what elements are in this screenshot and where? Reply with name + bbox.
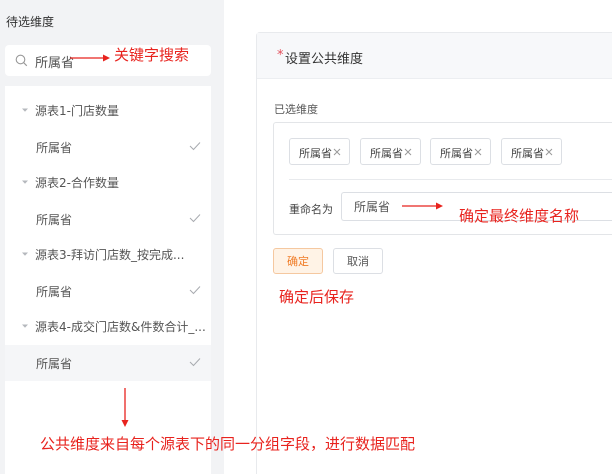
caret-down-icon[interactable]: [21, 106, 29, 114]
dimension-tag: 所属省: [289, 138, 350, 165]
tree-leaf-item-selected[interactable]: 所属省: [5, 345, 211, 381]
tag-label: 所属省: [440, 147, 473, 160]
tree-leaf-label: 所属省: [36, 285, 73, 299]
dimension-tag: 所属省: [501, 138, 562, 165]
close-icon[interactable]: [333, 148, 341, 156]
dimension-picker-panel: 待选维度 所属省 源表1-门店数量 所属省 源表2-合作数量 所属省 源表3-拜…: [0, 0, 224, 474]
tree-leaf-label: 所属省: [36, 213, 73, 227]
check-icon: [189, 142, 201, 151]
check-icon: [189, 286, 201, 295]
check-icon: [189, 214, 201, 223]
caret-down-icon[interactable]: [21, 322, 29, 330]
tag-label: 所属省: [370, 147, 403, 160]
annotation-search-note: 关键字搜索: [114, 46, 190, 64]
close-icon[interactable]: [474, 148, 482, 156]
annotation-arrow-right: [70, 54, 110, 62]
cancel-button[interactable]: 取消: [333, 248, 383, 274]
tree-group-source2[interactable]: 源表2-合作数量: [5, 165, 211, 201]
tag-label: 所属省: [511, 147, 544, 160]
dimension-tree: 源表1-门店数量 所属省 源表2-合作数量 所属省 源表3-拜访门店数_按完成.…: [5, 86, 211, 474]
check-icon: [189, 358, 201, 367]
rename-label: 重命名为: [289, 203, 333, 216]
panel-title: 待选维度: [6, 15, 55, 29]
required-mark: *: [277, 48, 284, 63]
close-icon[interactable]: [404, 148, 412, 156]
tree-group-source1[interactable]: 源表1-门店数量: [5, 93, 211, 129]
tree-leaf-item[interactable]: 所属省: [5, 201, 211, 237]
tree-leaf-label: 所属省: [36, 357, 73, 371]
tree-leaf-item[interactable]: 所属省: [5, 129, 211, 165]
tree-group-label: 源表3-拜访门店数_按完成...: [35, 248, 185, 262]
search-input[interactable]: 所属省: [35, 52, 74, 71]
card-header: * 设置公共维度: [257, 33, 612, 79]
card-title: 设置公共维度: [285, 52, 364, 67]
divider: [289, 179, 612, 180]
annotation-save-note: 确定后保存: [279, 288, 355, 306]
annotation-bottom-note: 公共维度来自每个源表下的同一分组字段，进行数据匹配: [40, 435, 416, 453]
tree-group-source4[interactable]: 源表4-成交门店数&件数合计_...: [5, 309, 211, 345]
annotation-arrow-right: [402, 202, 443, 210]
caret-down-icon[interactable]: [21, 250, 29, 258]
tree-group-label: 源表1-门店数量: [35, 104, 119, 118]
annotation-arrow-down: [121, 388, 129, 427]
tree-group-label: 源表2-合作数量: [35, 176, 119, 190]
annotation-rename-note: 确定最终维度名称: [459, 207, 580, 225]
dimension-tag: 所属省: [360, 138, 421, 165]
confirm-button[interactable]: 确定: [273, 248, 323, 274]
tag-label: 所属省: [299, 147, 332, 160]
selected-dimensions-label: 已选维度: [274, 103, 318, 116]
tree-leaf-item[interactable]: 所属省: [5, 273, 211, 309]
close-icon[interactable]: [545, 148, 553, 156]
search-icon: [15, 54, 28, 67]
common-dimension-card: * 设置公共维度 已选维度 所属省 所属省 所属省 所属省 重命名为 确定 取消: [256, 32, 612, 474]
caret-down-icon[interactable]: [21, 178, 29, 186]
tree-group-source3[interactable]: 源表3-拜访门店数_按完成...: [5, 237, 211, 273]
tree-leaf-label: 所属省: [36, 141, 73, 155]
tree-group-label: 源表4-成交门店数&件数合计_...: [35, 320, 206, 334]
dimension-tag: 所属省: [430, 138, 491, 165]
